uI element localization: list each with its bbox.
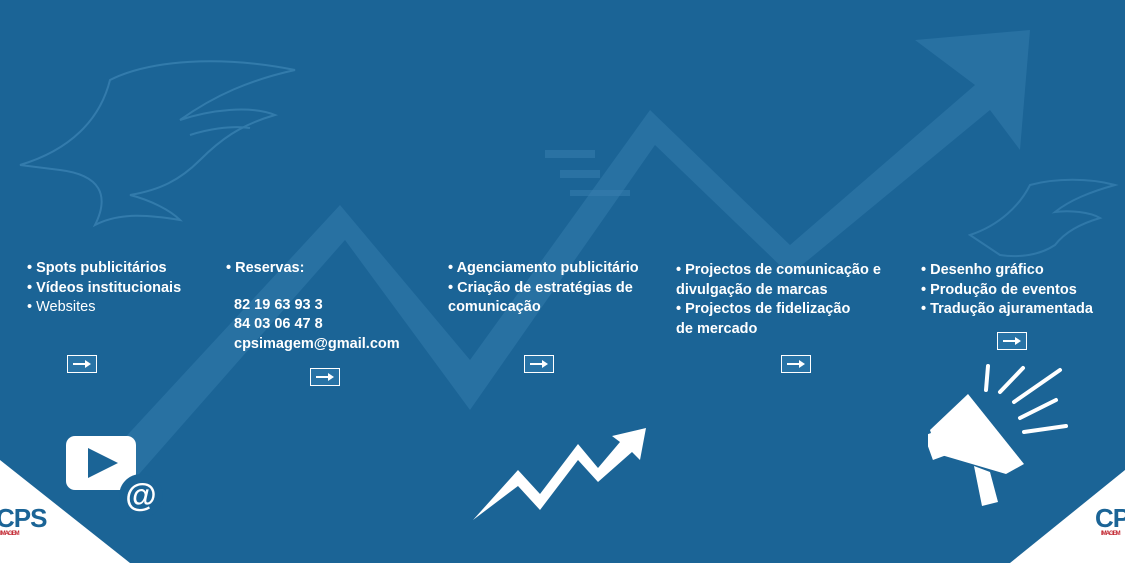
brand-logo-right: CPS IMAGEM bbox=[1095, 503, 1125, 537]
brand-logo-left: CPS IMAGEM bbox=[0, 503, 47, 537]
communication-projects-column: • Projectos de comunicação e divulgação … bbox=[676, 261, 881, 339]
list-item: de mercado bbox=[676, 320, 758, 337]
advertising-column: • Agenciamento publicitário • Criação de… bbox=[448, 259, 639, 318]
list-item: • Projectos de comunicação e bbox=[676, 262, 881, 278]
list-item: • Websites bbox=[27, 299, 96, 315]
list-item: • Spots publicitários bbox=[27, 260, 167, 276]
at-sign-icon: @ bbox=[119, 474, 163, 518]
list-item: • Tradução ajuramentada bbox=[921, 301, 1093, 317]
reservations-column: • Reservas: 82 19 63 93 3 84 03 06 47 8 … bbox=[226, 259, 400, 354]
design-events-column: • Desenho gráfico • Produção de eventos … bbox=[921, 261, 1093, 320]
more-button-reservations[interactable] bbox=[310, 368, 340, 386]
arrow-right-icon bbox=[316, 373, 334, 381]
play-video-icon: @ bbox=[66, 436, 163, 518]
phone-number: 84 03 06 47 8 bbox=[234, 316, 323, 332]
list-item: • Produção de eventos bbox=[921, 281, 1077, 298]
email-address: cpsimagem@gmail.com bbox=[234, 335, 400, 352]
more-button-video[interactable] bbox=[67, 355, 97, 373]
growth-arrow-icon bbox=[473, 428, 646, 520]
arrow-right-icon bbox=[73, 360, 91, 368]
list-item: divulgação de marcas bbox=[676, 281, 828, 298]
list-item: • Criação de estratégias de bbox=[448, 279, 633, 296]
list-item: • Agenciamento publicitário bbox=[448, 260, 639, 276]
logo-subtext: IMAGEM bbox=[0, 531, 20, 537]
arrow-right-icon bbox=[1003, 337, 1021, 345]
arrow-right-icon bbox=[530, 360, 548, 368]
svg-text:@: @ bbox=[125, 477, 156, 513]
contact-block: 82 19 63 93 3 84 03 06 47 8 cpsimagem@gm… bbox=[226, 296, 400, 355]
more-button-advertising[interactable] bbox=[524, 355, 554, 373]
logo-text: CPS bbox=[1095, 503, 1125, 533]
list-item: • Desenho gráfico bbox=[921, 262, 1044, 278]
bird-watermark-right bbox=[967, 178, 1119, 258]
bird-watermark-icon bbox=[19, 60, 296, 228]
more-button-design[interactable] bbox=[997, 332, 1027, 350]
list-item: comunicação bbox=[448, 299, 541, 315]
more-button-projects[interactable] bbox=[781, 355, 811, 373]
list-item: • Vídeos institucionais bbox=[27, 279, 182, 296]
services-video-column: • Spots publicitários • Vídeos instituci… bbox=[27, 259, 181, 318]
list-item: • Projectos de fidelização bbox=[676, 301, 851, 317]
logo-text: CPS bbox=[0, 503, 47, 533]
reservations-heading: • Reservas: bbox=[226, 260, 305, 276]
logo-subtext: IMAGEM bbox=[1101, 531, 1121, 537]
arrow-right-icon bbox=[787, 360, 805, 368]
phone-number: 82 19 63 93 3 bbox=[234, 296, 323, 313]
megaphone-icon bbox=[928, 364, 1068, 506]
